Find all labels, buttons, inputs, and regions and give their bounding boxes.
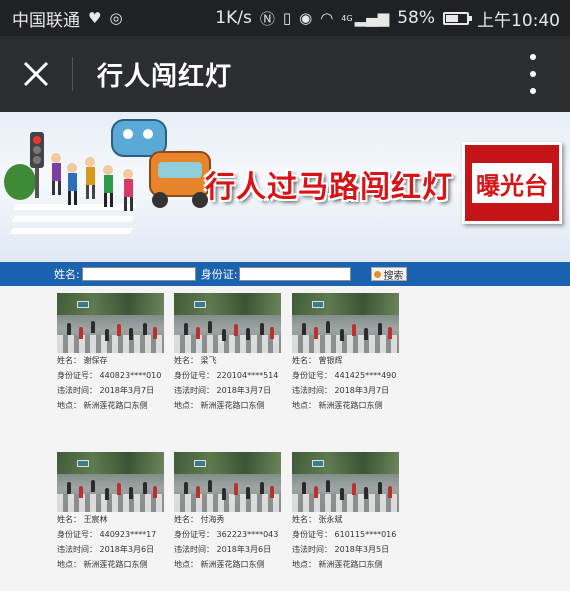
record-id: 身份证号： 440823****010 <box>57 371 162 380</box>
record-card[interactable]: 姓名： 张永斌身份证号： 610115****016 违法时间： 2018年3月5… <box>292 452 407 572</box>
record-time: 违法时间： 2018年3月7日 <box>174 386 272 395</box>
record-name: 姓名： 付海秀 <box>174 515 225 524</box>
record-card[interactable]: 姓名： 曾银辉身份证号： 441425****490 违法时间： 2018年3月7… <box>292 293 407 413</box>
shield-icon: ◎ <box>109 9 123 27</box>
nfc-icon: Ⓝ <box>259 9 275 28</box>
record-id: 身份证号： 440923****17 <box>57 530 157 539</box>
record-name: 姓名： 张永斌 <box>292 515 343 524</box>
title-bar: 行人闯红灯 <box>0 36 570 112</box>
record-place: 地点： 新洲莲花路口东侧 <box>174 560 265 569</box>
record-name: 姓名： 王宸林 <box>57 515 108 524</box>
status-bar: 中国联通 ♥ ◎ 1K/s Ⓝ ▯ ◉ ◠ 4G ▂▄▆ 58% 上午10:40 <box>0 0 570 36</box>
network-speed: 1K/s <box>215 8 252 28</box>
record-time: 违法时间： 2018年3月6日 <box>57 545 155 554</box>
banner-illustration <box>4 119 211 234</box>
more-vertical-icon <box>530 54 536 60</box>
wifi-icon: ◠ <box>320 9 334 27</box>
record-id: 身份证号： 441425****490 <box>292 371 397 380</box>
violation-photo[interactable] <box>174 293 281 353</box>
search-bar: 姓名: 身份证: 搜索 <box>0 262 570 286</box>
vibrate-icon: ▯ <box>282 9 292 27</box>
record-time: 违法时间： 2018年3月6日 <box>174 545 272 554</box>
record-id: 身份证号： 220104****514 <box>174 371 279 380</box>
name-search-input[interactable] <box>81 267 196 281</box>
id-label: 身份证: <box>200 268 238 281</box>
signal-icon: ▂▄▆ <box>354 9 390 27</box>
carrier-label: 中国联通 <box>12 10 80 31</box>
search-button-label: 搜索 <box>383 270 404 282</box>
banner: 行人过马路闯红灯 曝光台 <box>0 112 570 262</box>
record-card[interactable]: 姓名： 付海秀身份证号： 362223****043 违法时间： 2018年3月6… <box>174 452 289 572</box>
record-place: 地点： 新洲莲花路口东侧 <box>292 401 383 410</box>
record-name: 姓名： 谢保存 <box>57 356 108 365</box>
battery-percent: 58% <box>397 8 435 28</box>
violation-photo[interactable] <box>174 452 281 512</box>
record-place: 地点： 新洲莲花路口东侧 <box>57 401 148 410</box>
record-place: 地点： 新洲莲花路口东侧 <box>292 560 383 569</box>
violation-photo[interactable] <box>57 293 164 353</box>
record-place: 地点： 新洲莲花路口东侧 <box>174 401 265 410</box>
record-time: 违法时间： 2018年3月7日 <box>292 386 390 395</box>
id-search-input[interactable] <box>239 267 352 281</box>
expose-badge-label: 曝光台 <box>472 163 552 203</box>
record-card[interactable]: 姓名： 王宸林身份证号： 440923****17 违法时间： 2018年3月6日… <box>57 452 172 572</box>
banner-title: 行人过马路闯红灯 <box>205 170 453 205</box>
search-icon <box>374 270 382 278</box>
record-name: 姓名： 曾银辉 <box>292 356 343 365</box>
heart-pulse-icon: ♥ <box>88 9 102 27</box>
more-menu-button[interactable] <box>528 54 538 94</box>
clock: 上午10:40 <box>477 10 560 31</box>
record-id: 身份证号： 610115****016 <box>292 530 397 539</box>
close-icon <box>23 61 49 87</box>
expose-badge: 曝光台 <box>462 142 562 224</box>
violation-photo[interactable] <box>292 452 399 512</box>
name-label: 姓名: <box>54 268 80 281</box>
record-time: 违法时间： 2018年3月7日 <box>57 386 155 395</box>
violation-photo[interactable] <box>57 452 164 512</box>
violation-photo[interactable] <box>292 293 399 353</box>
record-id: 身份证号： 362223****043 <box>174 530 279 539</box>
eye-icon: ◉ <box>299 9 313 27</box>
page-title: 行人闯红灯 <box>97 61 233 92</box>
network-type: 4G <box>341 13 353 23</box>
record-card[interactable]: 姓名： 梁飞身份证号： 220104****514 违法时间： 2018年3月7日… <box>174 293 289 413</box>
battery-icon <box>443 11 472 25</box>
record-card[interactable]: 姓名： 谢保存身份证号： 440823****010 违法时间： 2018年3月7… <box>57 293 172 413</box>
record-name: 姓名： 梁飞 <box>174 356 217 365</box>
record-place: 地点： 新洲莲花路口东侧 <box>57 560 148 569</box>
title-divider <box>72 57 73 91</box>
close-button[interactable] <box>0 36 72 112</box>
search-button[interactable]: 搜索 <box>371 267 408 282</box>
record-time: 违法时间： 2018年3月5日 <box>292 545 390 554</box>
